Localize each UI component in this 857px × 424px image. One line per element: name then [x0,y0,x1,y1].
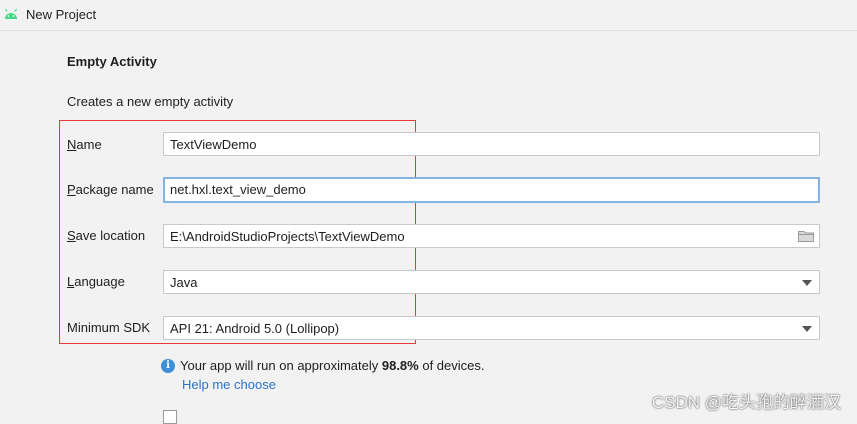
minimum-sdk-value: API 21: Android 5.0 (Lollipop) [170,321,340,336]
android-icon [4,8,18,19]
template-heading: Empty Activity [67,54,157,69]
package-name-label-mnemonic: P [67,182,76,197]
package-name-field[interactable]: net.hxl.text_view_demo [163,177,820,203]
language-value: Java [170,275,198,290]
coverage-text-before: Your app will run on approximately [180,358,382,373]
template-description: Creates a new empty activity [67,94,234,109]
device-coverage-text: Your app will run on approximately 98.8%… [180,358,485,373]
name-label: Name [67,137,102,152]
folder-icon[interactable] [798,230,814,242]
package-name-value: net.hxl.text_view_demo [170,182,306,197]
coverage-percentage: 98.8% [381,358,419,373]
package-name-label-text: ackage name [75,182,154,197]
language-label: Language [67,274,125,289]
minimum-sdk-dropdown[interactable]: API 21: Android 5.0 (Lollipop) [163,316,820,340]
info-icon: i [161,359,175,373]
save-location-value: E:\AndroidStudioProjects\TextViewDemo [170,229,405,244]
name-label-mnemonic: N [67,137,77,152]
chevron-down-icon[interactable] [802,326,812,332]
package-name-label: Package name [67,182,154,197]
window-title: New Project [26,7,97,22]
title-bar: New Project [0,0,857,31]
csdn-watermark: CSDN @吃头孢的醉酒汉 [651,393,841,412]
name-value: TextViewDemo [170,137,257,152]
save-location-label-mnemonic: S [67,228,76,243]
language-dropdown[interactable]: Java [163,270,820,294]
minimum-sdk-label: Minimum SDK [67,320,151,335]
language-label-text: anguage [74,274,125,289]
name-label-text: ame [76,137,102,152]
help-me-choose-link[interactable]: Help me choose [182,377,276,392]
name-field[interactable]: TextViewDemo [163,132,820,156]
save-location-field[interactable]: E:\AndroidStudioProjects\TextViewDemo [163,224,820,248]
save-location-label: Save location [67,228,145,243]
checkbox[interactable] [163,410,177,424]
save-location-label-text: ave location [75,228,146,243]
chevron-down-icon[interactable] [802,280,812,286]
coverage-text-after: of devices. [418,358,485,373]
